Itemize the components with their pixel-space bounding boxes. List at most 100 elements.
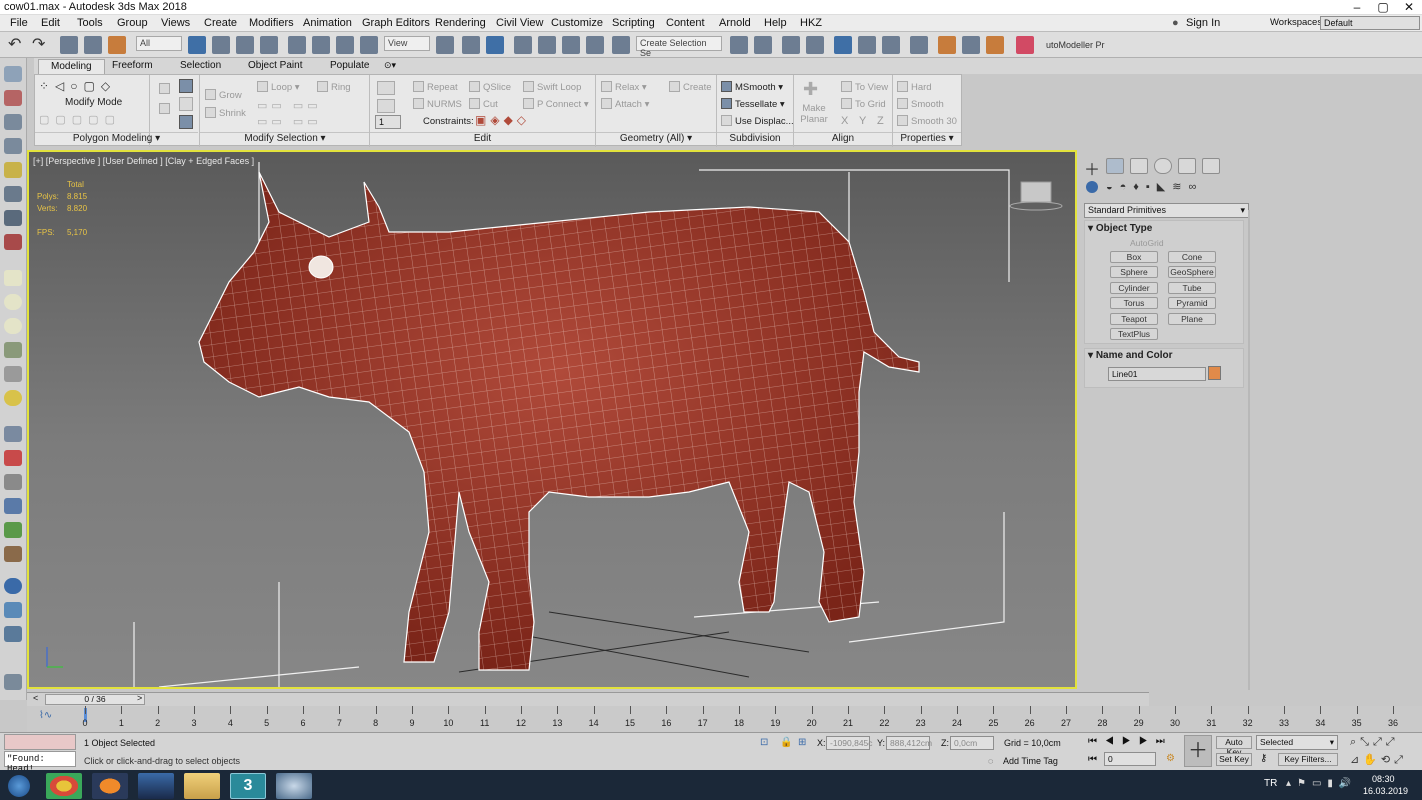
tab-object-paint[interactable]: Object Paint [236, 59, 314, 74]
select-manipulate-icon[interactable] [462, 36, 480, 54]
material-editor-icon[interactable] [910, 36, 928, 54]
object-type-header[interactable]: ▾ Object Type [1088, 223, 1248, 234]
angle-snap-icon[interactable] [538, 36, 556, 54]
plane-button[interactable]: Plane [1168, 313, 1216, 325]
tab-modeling[interactable]: Modeling [38, 59, 105, 74]
ribbon-toggle-icon[interactable] [834, 36, 852, 54]
to-grid-button[interactable]: To Grid [841, 98, 886, 110]
app-taskbar-icon[interactable] [276, 773, 312, 799]
tweak-icon[interactable] [377, 99, 398, 114]
place-icon[interactable] [360, 36, 378, 54]
modifier-tool-icon[interactable] [4, 426, 22, 442]
menu-file[interactable]: File [10, 17, 28, 29]
rotate-icon[interactable] [312, 36, 330, 54]
motion-tab-icon[interactable] [1154, 158, 1172, 174]
time-slider[interactable]: < 0 / 36 > [27, 692, 1149, 706]
cone-tool-icon[interactable] [4, 366, 22, 382]
mirror-icon[interactable] [730, 36, 748, 54]
key-filter-icon[interactable]: ⚷ [1260, 753, 1267, 764]
plane-tool-icon[interactable] [4, 342, 22, 358]
textplus-button[interactable]: TextPlus [1110, 328, 1158, 340]
menu-content[interactable]: Content [666, 17, 705, 29]
light-tool-icon[interactable] [4, 162, 22, 178]
curve-editor-mini-icon[interactable]: ⌇∿ [39, 710, 52, 721]
workspaces-dropdown[interactable]: Default [1320, 16, 1420, 30]
blender-taskbar-icon[interactable] [92, 773, 128, 799]
layer-explorer-icon[interactable] [806, 36, 824, 54]
explorer-taskbar-icon[interactable] [184, 773, 220, 799]
teapot-button[interactable]: Teapot [1110, 313, 1158, 325]
maxscript-listener-top[interactable] [4, 734, 76, 750]
align-y-button[interactable]: Y [859, 115, 866, 127]
material-tool-icon[interactable] [4, 602, 22, 618]
circle-tool-icon[interactable] [4, 318, 22, 334]
menu-scripting[interactable]: Scripting [612, 17, 655, 29]
create-button[interactable]: Create [669, 81, 712, 93]
percent-snap-icon[interactable] [562, 36, 580, 54]
winrar-taskbar-icon[interactable] [138, 773, 174, 799]
section-polygon-modeling[interactable]: Polygon Modeling ▾ [35, 132, 198, 146]
viewport-scene[interactable] [29, 152, 1075, 687]
section-properties[interactable]: Properties ▾ [893, 132, 961, 146]
sign-in-link[interactable]: Sign In [1186, 17, 1220, 29]
sphere-tool-icon[interactable] [4, 294, 22, 310]
unlink-icon[interactable] [84, 36, 102, 54]
grow-button[interactable]: Grow [205, 89, 242, 101]
repeat-button[interactable]: Repeat [413, 81, 458, 93]
menu-edit[interactable]: Edit [41, 17, 60, 29]
menu-arnold[interactable]: Arnold [719, 17, 751, 29]
menu-tools[interactable]: Tools [77, 17, 103, 29]
utilities-tab-icon[interactable] [1202, 158, 1220, 174]
viewport-nav-icons-top[interactable]: ⌕⤡⤢⤢ [1350, 736, 1399, 749]
spinner-snap-icon[interactable] [586, 36, 604, 54]
physics-tool-icon[interactable] [4, 498, 22, 514]
teapot-tool-icon[interactable] [4, 234, 22, 250]
viewport-nav-icons-bottom[interactable]: ⊿✋⟲⤢ [1350, 753, 1407, 767]
playback-controls[interactable]: ⏮◀▶▶⏭ [1088, 736, 1173, 747]
foliage-tool-icon[interactable] [4, 522, 22, 538]
select-by-name-icon[interactable] [212, 36, 230, 54]
particle-tool-icon[interactable] [4, 450, 22, 466]
population-tool-icon[interactable] [4, 546, 22, 562]
render-setup-icon[interactable] [938, 36, 956, 54]
link-icon[interactable] [60, 36, 78, 54]
box-button[interactable]: Box [1110, 251, 1158, 263]
stack-down-icon[interactable] [159, 103, 173, 115]
perspective-viewport[interactable]: [+] [Perspective ] [User Defined ] [Clay… [27, 150, 1077, 689]
set-key-icon[interactable]: ＋ [1184, 735, 1212, 767]
object-color-swatch[interactable] [1208, 366, 1221, 380]
pivot-center-icon[interactable] [436, 36, 454, 54]
add-time-tag[interactable]: Add Time Tag [1003, 756, 1058, 766]
time-next-icon[interactable]: > [137, 693, 142, 703]
menu-customize[interactable]: Customize [551, 17, 603, 29]
create-tab-icon[interactable]: ＋ [1084, 156, 1100, 180]
camera-tool-icon[interactable] [4, 186, 22, 202]
make-planar-button[interactable]: Make Planar [799, 103, 829, 125]
rendered-frame-window-icon[interactable] [962, 36, 980, 54]
ring-tools-icons[interactable]: ▭▭ ▭▭ [257, 115, 322, 128]
section-subdivision[interactable]: Subdivision [717, 132, 793, 146]
panel-scrollbar[interactable] [1248, 210, 1250, 690]
key-mode-dropdown[interactable]: Selected ▾ [1256, 735, 1338, 750]
plugin-logo-icon[interactable] [1016, 36, 1034, 54]
language-indicator[interactable]: TR [1264, 778, 1277, 789]
list-tool-icon[interactable] [4, 114, 22, 130]
maximize-button[interactable]: ▢ [1370, 0, 1396, 14]
ring-button[interactable]: Ring [317, 81, 351, 93]
section-modify-selection[interactable]: Modify Selection ▾ [200, 132, 370, 146]
auto-key-button[interactable]: Auto Key [1216, 736, 1252, 757]
time-tag-icon[interactable]: ◌ [988, 756, 993, 766]
to-view-button[interactable]: To View [841, 81, 888, 93]
count-spinner[interactable]: 1 [375, 115, 401, 129]
torus-button[interactable]: Torus [1110, 297, 1158, 309]
hierarchy-tab-icon[interactable] [1130, 158, 1148, 174]
subobject-icons[interactable]: ⁘◁○▢◇ [39, 79, 116, 93]
named-selection-sets-dropdown[interactable]: Create Selection Se [636, 36, 722, 58]
time-config-icon[interactable]: ⚙ [1166, 753, 1175, 764]
section-edit[interactable]: Edit [370, 132, 595, 146]
autogrid-checkbox[interactable]: AutoGrid [1130, 238, 1164, 248]
align-icon[interactable] [754, 36, 772, 54]
tessellate-button[interactable]: Tessellate ▾ [721, 98, 785, 110]
y-coord-field[interactable]: 888,412cm [886, 736, 932, 750]
hair-tool-icon[interactable] [4, 474, 22, 490]
